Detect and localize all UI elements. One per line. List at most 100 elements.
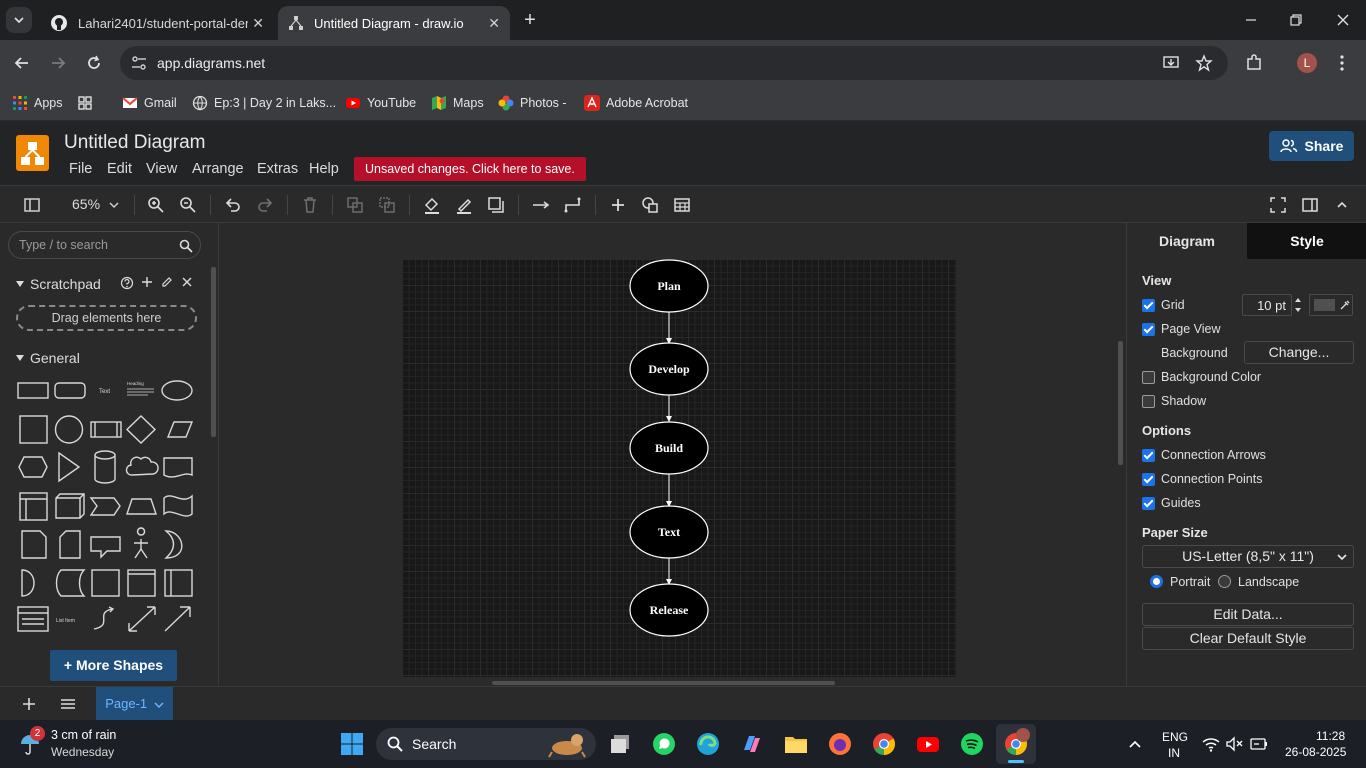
back-icon[interactable]	[12, 53, 32, 73]
circle-shape[interactable]	[54, 415, 84, 444]
internal-storage-shape[interactable]	[91, 569, 120, 597]
cylinder-shape[interactable]	[94, 450, 116, 484]
note-shape[interactable]	[21, 530, 47, 559]
arrow-shape[interactable]	[164, 606, 191, 632]
general-header[interactable]: General	[30, 350, 80, 366]
fill-color-icon[interactable]	[422, 195, 442, 215]
menu-file[interactable]: File	[69, 161, 92, 177]
minimize-icon[interactable]	[1241, 10, 1261, 30]
change-background-button[interactable]: Change...	[1244, 341, 1354, 364]
zoom-out-icon[interactable]	[178, 195, 198, 215]
to-front-icon[interactable]	[345, 195, 365, 215]
format-panel-icon[interactable]	[1300, 195, 1320, 215]
language-code[interactable]: ENG	[1162, 730, 1188, 744]
zoom-in-icon[interactable]	[146, 195, 166, 215]
close-icon[interactable]	[182, 277, 192, 287]
to-back-icon[interactable]	[377, 195, 397, 215]
paper-size-select[interactable]: US-Letter (8,5" x 11")	[1142, 545, 1354, 568]
scratchpad-header[interactable]: Scratchpad	[30, 276, 101, 292]
restore-icon[interactable]	[1286, 10, 1306, 30]
tape-shape[interactable]	[163, 494, 193, 517]
close-tab-icon[interactable]: ✕	[488, 15, 500, 32]
page-view-checkbox[interactable]	[1142, 323, 1155, 336]
cloud-shape[interactable]	[125, 456, 159, 476]
edge-icon[interactable]	[696, 732, 720, 756]
bookmark-photos[interactable]: Photos -	[498, 93, 567, 113]
wifi-icon[interactable]	[1202, 736, 1220, 752]
copilot-icon[interactable]	[740, 732, 764, 756]
step-shape[interactable]	[89, 497, 121, 516]
trapezoid-shape[interactable]	[126, 498, 157, 515]
sidebar-scrollbar[interactable]	[211, 267, 216, 437]
add-page-icon[interactable]	[22, 697, 36, 711]
canvas-horizontal-scrollbar[interactable]	[492, 681, 835, 685]
spotify-icon[interactable]	[960, 732, 984, 756]
shadow-icon[interactable]	[486, 195, 506, 215]
reload-icon[interactable]	[84, 53, 104, 73]
square-shape[interactable]	[19, 415, 48, 444]
firefox-icon[interactable]	[828, 732, 852, 756]
help-icon[interactable]	[120, 276, 134, 290]
forward-icon[interactable]	[48, 53, 68, 73]
omnibox[interactable]: app.diagrams.net	[120, 46, 1228, 80]
connection-points-checkbox[interactable]	[1142, 473, 1155, 486]
close-tab-icon[interactable]: ✕	[252, 15, 264, 32]
pages-menu-icon[interactable]	[60, 697, 76, 711]
share-button[interactable]: Share	[1269, 131, 1354, 161]
unsaved-changes-button[interactable]: Unsaved changes. Click here to save.	[354, 157, 586, 181]
rectangle-shape[interactable]	[17, 382, 49, 399]
weather-text[interactable]: 3 cm of rain	[51, 728, 116, 742]
canvas-vertical-scrollbar[interactable]	[1118, 341, 1123, 465]
curve-shape[interactable]	[93, 606, 115, 630]
more-shapes-button[interactable]: + More Shapes	[50, 650, 177, 681]
tab-diagram[interactable]: Diagram	[1127, 223, 1247, 259]
triangle-shape[interactable]	[58, 451, 81, 483]
caret-down-icon[interactable]	[15, 279, 25, 289]
text-shape-label[interactable]: Text	[99, 389, 110, 395]
parallelogram-shape[interactable]	[166, 421, 194, 438]
tab-style[interactable]: Style	[1247, 223, 1366, 259]
install-app-icon[interactable]	[1162, 54, 1180, 72]
diamond-shape[interactable]	[125, 415, 157, 444]
container-shape[interactable]	[19, 492, 48, 521]
bookmark-acrobat[interactable]: Adobe Acrobat	[584, 93, 688, 113]
list-item-label[interactable]: List Item	[56, 618, 75, 624]
search-icon[interactable]	[179, 239, 193, 253]
grid-checkbox[interactable]	[1142, 299, 1155, 312]
portrait-radio[interactable]	[1150, 575, 1163, 588]
menu-edit[interactable]: Edit	[107, 161, 132, 177]
volume-muted-icon[interactable]	[1226, 736, 1244, 752]
chevron-up-icon[interactable]	[1332, 195, 1352, 215]
grid-size-input[interactable]: 10 pt	[1242, 294, 1292, 316]
clock-time[interactable]: 11:28	[1316, 729, 1345, 743]
taskbar-search[interactable]: Search	[376, 728, 596, 760]
close-window-icon[interactable]	[1333, 10, 1353, 30]
edit-pencil-icon[interactable]	[161, 276, 173, 288]
shapes-icon[interactable]	[640, 195, 660, 215]
bookmark-gmail[interactable]: Gmail	[122, 93, 177, 113]
landscape-radio[interactable]	[1218, 575, 1231, 588]
bookmark-star-icon[interactable]	[1195, 54, 1213, 72]
shape-search-input[interactable]: Type / to search	[8, 231, 201, 259]
bookmark-youtube[interactable]: YouTube	[345, 93, 416, 113]
diagram-page[interactable]: Plan Develop Build Text Release	[402, 259, 956, 677]
add-icon[interactable]	[141, 276, 153, 288]
file-explorer-icon[interactable]	[784, 732, 808, 756]
fullscreen-icon[interactable]	[1268, 195, 1288, 215]
new-tab-button[interactable]: +	[520, 10, 540, 30]
document-title[interactable]: Untitled Diagram	[64, 132, 206, 154]
scratchpad-dropzone[interactable]: Drag elements here	[16, 305, 197, 331]
battery-icon[interactable]	[1250, 737, 1268, 751]
redo-icon[interactable]	[255, 195, 275, 215]
connection-arrows-checkbox[interactable]	[1142, 449, 1155, 462]
table-icon[interactable]	[672, 195, 692, 215]
page-tab-1[interactable]: Page-1	[96, 687, 173, 721]
zoom-level[interactable]: 65%	[72, 196, 100, 212]
extensions-icon[interactable]	[1244, 53, 1264, 73]
bookmark-grid[interactable]	[77, 93, 99, 113]
document-shape[interactable]	[163, 457, 193, 478]
ellipse-shape[interactable]	[161, 380, 193, 401]
active-chrome-taskbar[interactable]	[996, 724, 1036, 764]
youtube-icon[interactable]	[916, 732, 940, 756]
cube-shape[interactable]	[55, 493, 85, 519]
